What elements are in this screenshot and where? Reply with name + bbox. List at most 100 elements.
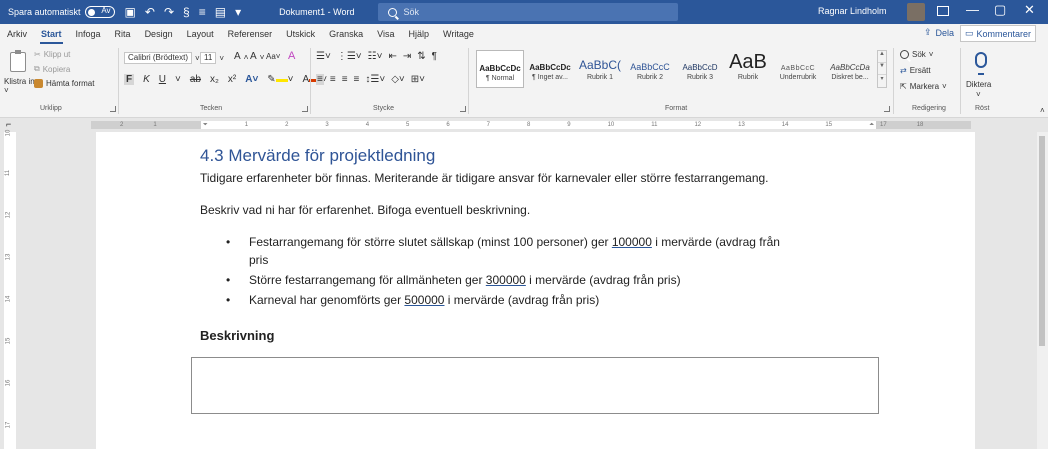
increase-indent-icon[interactable]: ⇥ [403,51,411,62]
style-heading-2[interactable]: AaBbCcC Rubrik 2 [626,50,674,88]
shading-icon[interactable]: ◇˅ [391,74,405,85]
tab-layout[interactable]: Layout [186,29,215,39]
save-icon[interactable]: ▣ [125,5,136,19]
tab-granska[interactable]: Granska [328,29,364,39]
list-item[interactable]: Festarrangemang för större slutet sällsk… [249,235,780,249]
text-effects-icon[interactable]: A˅ [245,74,258,85]
vertical-scrollbar[interactable] [1037,132,1048,449]
numbering-icon[interactable]: ⋮☰˅ [337,51,362,62]
redo-icon[interactable]: ↷ [164,5,174,19]
ruler-right-indent-marker[interactable]: ⏶ [869,121,874,129]
tab-design[interactable]: Design [144,29,174,39]
align-right-icon[interactable]: ≡ [342,74,348,85]
tab-infoga[interactable]: Infoga [75,29,102,39]
tab-utskick[interactable]: Utskick [285,29,316,39]
style-no-spacing[interactable]: AaBbCcDc ¶ Inget av... [526,50,574,88]
cut-button[interactable]: ✂ Klipp ut [34,50,70,59]
scrollbar-thumb[interactable] [1039,136,1045,346]
dropdown-icon[interactable]: ▾ [235,5,241,19]
select-button[interactable]: ⇱ Markera ˅ [900,82,947,91]
justify-icon[interactable]: ≡ [354,74,360,85]
pilcrow-icon[interactable]: ¶ [432,51,437,62]
collapse-ribbon-icon[interactable]: ˄ [1040,106,1045,115]
italic-button[interactable]: K [143,74,150,85]
gallery-more-icon[interactable]: ▾ [878,75,886,87]
subheading[interactable]: Beskrivning [200,328,274,343]
dictate-button[interactable]: Diktera [966,80,991,89]
style-subtle-emphasis[interactable]: AaBbCcDa Diskret be... [826,50,874,88]
paragraph[interactable]: Tidigare erfarenheter bör finnas. Merite… [200,171,769,185]
tab-arkiv[interactable]: Arkiv [6,29,28,39]
style-title[interactable]: AaB Rubrik [724,50,772,88]
ribbon-display-options-icon[interactable] [937,6,949,16]
tab-start[interactable]: Start [40,29,63,44]
bullets-icon[interactable]: ☰˅ [316,51,331,62]
styles-gallery-scroll[interactable]: ▲ ▼ ▾ [877,50,887,88]
tab-visa[interactable]: Visa [376,29,395,39]
tab-referenser[interactable]: Referenser [227,29,274,39]
highlight-button[interactable]: ✎ ˅ [267,74,293,85]
list-item[interactable]: Större festarrangemang för allmänheten g… [249,273,681,287]
copy-button[interactable]: ⧉ Kopiera [34,64,70,74]
dictate-dropdown-icon[interactable]: ˅ [976,90,981,99]
align-left-icon[interactable]: ≡ [316,74,324,85]
font-name-select[interactable]: Calibri (Brödtext) ˅ [124,52,200,64]
bold-button[interactable]: F [124,74,135,85]
tab-writage[interactable]: Writage [442,29,475,39]
user-name[interactable]: Ragnar Lindholm [818,6,887,16]
style-normal[interactable]: AaBbCcDc ¶ Normal [476,50,524,88]
format-painter-button[interactable]: Hämta format [34,79,94,88]
close-button[interactable]: ✕ [1024,2,1035,18]
subscript-button[interactable]: x₂ [210,74,219,85]
ruler-indent-marker[interactable]: ⏷ [203,121,208,129]
clear-formatting-icon[interactable]: A [288,50,295,62]
avatar[interactable] [907,3,925,21]
font-size-select[interactable]: 11 ˅ [200,52,224,64]
style-heading-3[interactable]: AaBbCcD Rubrik 3 [676,50,724,88]
maximize-button[interactable]: ▢ [994,2,1006,18]
paragraph-launcher-icon[interactable] [460,106,466,112]
decrease-indent-icon[interactable]: ⇤ [388,51,396,62]
align-center-icon[interactable]: ≡ [330,74,336,85]
picture-icon[interactable]: ▤ [215,5,226,19]
document-page[interactable]: 4.3 Mervärde för projektledning Tidigare… [96,132,975,449]
strikethrough-button[interactable]: ab [190,74,201,85]
section-heading[interactable]: 4.3 Mervärde för projektledning [200,146,435,166]
paste-icon[interactable] [10,50,26,72]
style-subtitle[interactable]: AaBbCcC Underrubrik [774,50,822,88]
list-item-continuation[interactable]: pris [249,253,268,267]
underline-button[interactable]: U [159,74,166,85]
change-case-button[interactable]: Aa˅ [266,52,280,61]
autosave-toggle[interactable]: Av [84,6,115,18]
gallery-up-icon[interactable]: ▲ [878,51,886,63]
underline-dropdown-icon[interactable]: ˅ [175,74,181,85]
undo-icon[interactable]: ↶ [145,5,155,19]
customize-icon[interactable]: § [183,5,190,19]
style-heading-1[interactable]: AaBbC( Rubrik 1 [576,50,624,88]
find-button[interactable]: Sök ˅ [900,50,933,59]
list-item[interactable]: Karneval har genomförts ger 500000 i mer… [249,293,599,307]
styles-launcher-icon[interactable] [884,106,890,112]
superscript-button[interactable]: x² [228,74,236,85]
tab-hjalp[interactable]: Hjälp [408,29,431,39]
minimize-button[interactable]: — [966,2,979,17]
gallery-down-icon[interactable]: ▼ [878,63,886,75]
font-launcher-icon[interactable] [302,106,308,112]
borders-icon[interactable]: ⊞˅ [411,74,425,85]
grow-font-button[interactable]: A ˄ [234,51,249,62]
shrink-font-button[interactable]: A ˅ [250,51,265,62]
tab-rita[interactable]: Rita [114,29,132,39]
multilevel-list-icon[interactable]: ☷˅ [368,51,383,62]
clipboard-launcher-icon[interactable] [110,106,116,112]
replace-button[interactable]: ⇄ Ersätt [900,66,931,75]
list-icon[interactable]: ≡ [199,5,206,19]
search-box[interactable]: Sök [378,3,679,21]
comments-button[interactable]: ▭ Kommentarer [960,25,1037,42]
sort-icon[interactable]: ⇅ [417,51,425,62]
paragraph[interactable]: Beskriv vad ni har för erfarenhet. Bifog… [200,203,530,217]
line-spacing-icon[interactable]: ↕☰˅ [365,74,385,85]
share-button[interactable]: ⇪ Dela [924,27,954,38]
description-textbox[interactable] [191,357,879,414]
microphone-icon[interactable] [975,52,987,75]
tab-selector-icon[interactable]: ⌐ [6,119,11,129]
